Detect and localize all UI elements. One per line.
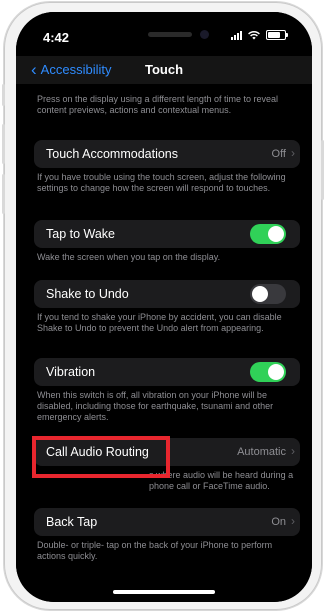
back-tap-row[interactable]: Back Tap On › — [34, 508, 300, 536]
row-label: Shake to Undo — [46, 287, 129, 301]
power-button — [321, 140, 324, 200]
wifi-icon — [248, 31, 260, 40]
shake-to-undo-toggle[interactable] — [250, 284, 286, 304]
status-icons — [231, 30, 288, 40]
tap-to-wake-description: Wake the screen when you tap on the disp… — [37, 252, 221, 262]
row-label: Tap to Wake — [46, 227, 116, 241]
row-value: Automatic — [237, 446, 286, 458]
front-camera — [200, 30, 209, 39]
back-tap-description: Double- or triple- tap on the back of yo… — [37, 540, 273, 561]
row-value: On — [271, 516, 286, 528]
tap-to-wake-row: Tap to Wake — [34, 220, 300, 248]
call-audio-routing-description: s where audio will be heard during a pho… — [149, 470, 294, 491]
speaker-grille — [148, 32, 192, 37]
touch-accommodations-description: If you have trouble using the touch scre… — [37, 172, 286, 193]
vibration-description: When this switch is off, all vibration o… — [37, 390, 274, 422]
screen: 4:42 ‹ Accessibility Touch Press on the … — [16, 12, 312, 602]
phone-frame: 4:42 ‹ Accessibility Touch Press on the … — [2, 2, 324, 610]
row-label: Back Tap — [46, 515, 98, 529]
shake-to-undo-row: Shake to Undo — [34, 280, 300, 308]
chevron-right-icon: › — [291, 146, 295, 160]
battery-icon — [266, 30, 288, 40]
row-label: Vibration — [46, 365, 96, 379]
haptic-touch-description: Press on the display using a different l… — [37, 94, 278, 115]
row-value: Off — [271, 148, 286, 160]
row-label: Touch Accommodations — [46, 147, 179, 161]
shake-to-undo-description: If you tend to shake your iPhone by acci… — [37, 312, 282, 333]
screen-bezel: 4:42 ‹ Accessibility Touch Press on the … — [16, 12, 312, 602]
chevron-right-icon: › — [291, 444, 295, 458]
silent-switch — [2, 84, 5, 106]
chevron-right-icon: › — [291, 514, 295, 528]
home-indicator — [113, 590, 215, 594]
status-time: 4:42 — [43, 30, 70, 45]
tap-to-wake-toggle[interactable] — [250, 224, 286, 244]
touch-accommodations-row[interactable]: Touch Accommodations Off › — [34, 140, 300, 168]
volume-down-button — [2, 174, 5, 214]
volume-up-button — [2, 124, 5, 164]
highlight-box — [32, 436, 170, 478]
vibration-toggle[interactable] — [250, 362, 286, 382]
vibration-row: Vibration — [34, 358, 300, 386]
page-title: Touch — [144, 62, 184, 77]
